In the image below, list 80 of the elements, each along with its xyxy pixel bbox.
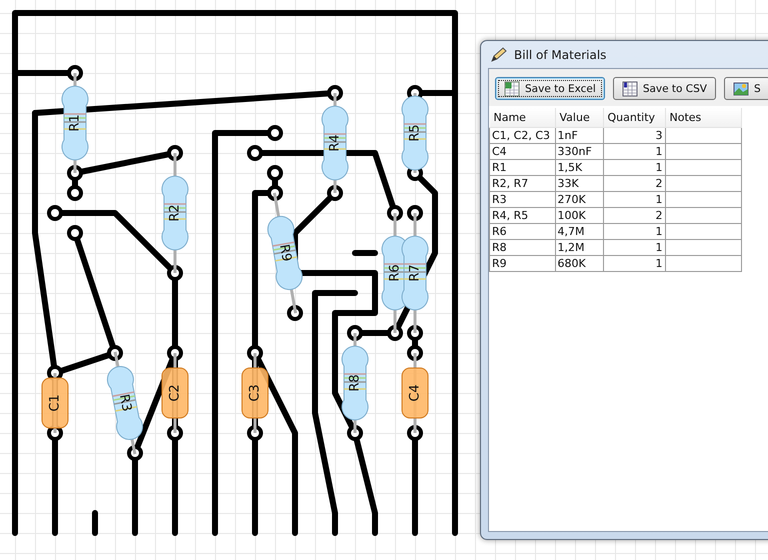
table-cell: R3 (490, 192, 555, 208)
table-cell: 2 (603, 176, 665, 192)
component-label: R9 (276, 243, 294, 263)
column-header[interactable]: Quantity (603, 108, 665, 128)
table-cell: 100K (555, 208, 603, 224)
table-cell: 3 (603, 128, 665, 144)
solder-pad (167, 345, 183, 361)
table-cell: 1,2M (555, 240, 603, 256)
table-cell: 1 (603, 160, 665, 176)
solder-pad (347, 325, 363, 341)
table-cell: C4 (490, 144, 555, 160)
table-cell: 1 (603, 224, 665, 240)
spreadsheet-icon (504, 80, 520, 96)
solder-pad (167, 145, 183, 161)
solder-pad (407, 425, 423, 441)
solder-pad (167, 265, 183, 281)
table-cell: R6 (490, 224, 555, 240)
solder-pad (327, 185, 343, 201)
solder-pad (67, 225, 83, 241)
component-label: C4 (408, 384, 422, 402)
table-cell: 1 (603, 144, 665, 160)
save-button[interactable]: Save to Excel (495, 77, 605, 100)
solder-pad (247, 425, 263, 441)
table-cell: 4,7M (555, 224, 603, 240)
table-cell: R8 (490, 240, 555, 256)
column-header[interactable]: Notes (665, 108, 741, 128)
save-button[interactable]: S (724, 77, 768, 100)
component-label: R4 (328, 134, 342, 152)
solder-pad (407, 345, 423, 361)
table-cell: R1 (490, 160, 555, 176)
solder-pad (67, 65, 83, 81)
window-title: Bill of Materials (514, 48, 606, 62)
component-label: R3 (116, 393, 134, 413)
solder-pad (167, 425, 183, 441)
column-header[interactable]: Name (490, 108, 555, 128)
solder-pad (407, 325, 423, 341)
table-cell: R9 (490, 256, 555, 272)
table-cell: 1,5K (555, 160, 603, 176)
solder-pad (47, 205, 63, 221)
component-label: R8 (348, 374, 362, 392)
component-label: R2 (168, 204, 182, 222)
solder-pad (267, 185, 283, 201)
solder-pad (67, 185, 83, 201)
table-cell: 680K (555, 256, 603, 272)
solder-pad (247, 345, 263, 361)
table-cell: R4, R5 (490, 208, 555, 224)
table-icon (622, 80, 638, 96)
solder-pad (347, 425, 363, 441)
component-label: R1 (68, 114, 82, 132)
solder-pad (267, 165, 283, 181)
table-cell: 270K (555, 192, 603, 208)
table-cell: 1 (603, 240, 665, 256)
pencil-icon (490, 46, 508, 62)
solder-pad (387, 205, 403, 221)
component-label: R6 (388, 264, 402, 282)
component-label: C2 (168, 384, 182, 402)
image-icon (732, 80, 749, 96)
save-button[interactable]: Save to CSV (612, 77, 716, 100)
solder-pad (407, 205, 423, 221)
column-header[interactable]: Value (555, 108, 603, 128)
solder-pad (327, 85, 343, 101)
solder-pad (67, 165, 83, 181)
component-label: R7 (408, 264, 422, 282)
solder-pad (387, 325, 403, 341)
table-cell: 33K (555, 176, 603, 192)
solder-pad (247, 145, 263, 161)
table-cell: C1, C2, C3 (490, 128, 555, 144)
table-cell: 1 (603, 192, 665, 208)
table-cell: R2, R7 (490, 176, 555, 192)
table-cell: 1nF (555, 128, 603, 144)
solder-pad (267, 125, 283, 141)
capacitor (42, 373, 68, 433)
solder-pad (287, 305, 303, 321)
component-label: C1 (48, 394, 62, 412)
table-cell: 2 (603, 208, 665, 224)
component-label: C3 (248, 384, 262, 402)
solder-pad (107, 345, 123, 361)
table-cell: 330nF (555, 144, 603, 160)
component-label: R5 (408, 124, 422, 142)
table-cell: 1 (603, 256, 665, 272)
